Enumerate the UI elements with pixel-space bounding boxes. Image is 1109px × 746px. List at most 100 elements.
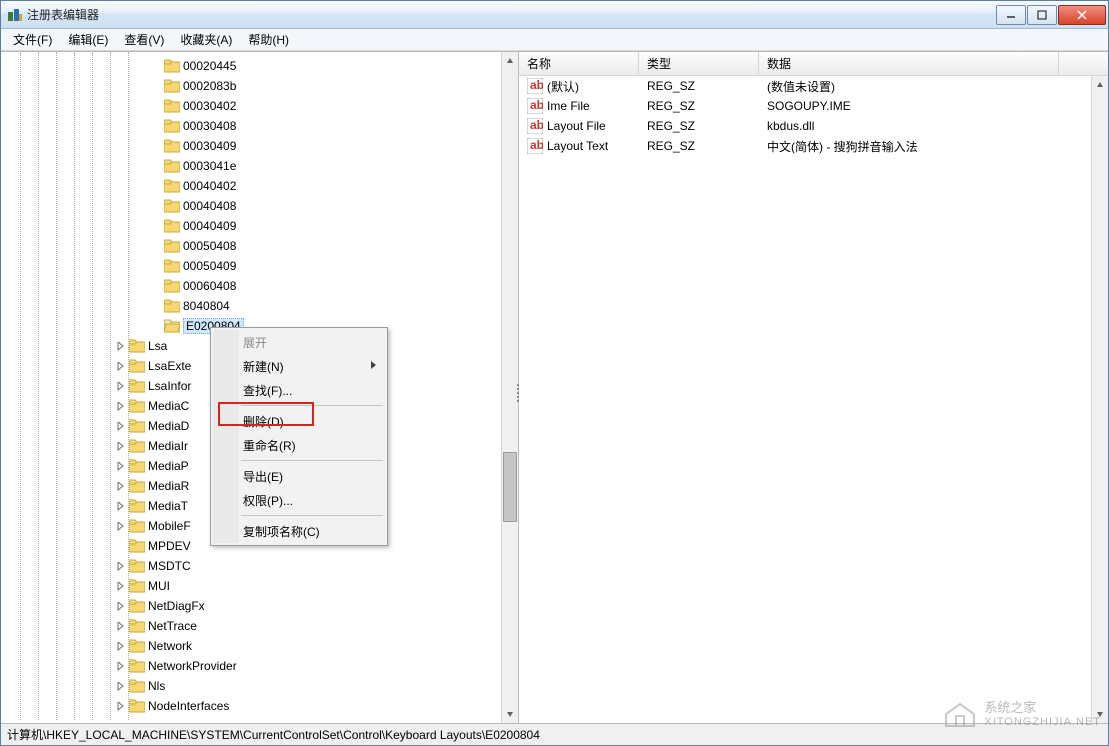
expand-icon[interactable]	[116, 441, 127, 452]
context-menu-item[interactable]: 查找(F)...	[213, 378, 385, 402]
folder-icon	[164, 59, 180, 73]
context-menu-item[interactable]: 复制项名称(C)	[213, 519, 385, 543]
splitter[interactable]	[515, 373, 520, 413]
expand-icon[interactable]	[116, 581, 127, 592]
folder-icon	[129, 679, 145, 693]
value-row[interactable]: (默认)REG_SZ(数值未设置)	[519, 76, 1108, 96]
tree-item[interactable]: 00030409	[1, 136, 501, 156]
tree-item[interactable]: NetDiagFx	[1, 596, 501, 616]
close-button[interactable]	[1058, 5, 1106, 25]
tree-item-label: MobileF	[148, 519, 191, 533]
expand-icon[interactable]	[116, 501, 127, 512]
tree-item[interactable]: 00050409	[1, 256, 501, 276]
tree-item-label: MPDEV	[148, 539, 191, 553]
titlebar[interactable]: 注册表编辑器	[1, 1, 1108, 29]
context-menu-item[interactable]: 删除(D)	[213, 409, 385, 433]
tree-item-label: 00030409	[183, 139, 236, 153]
values-header[interactable]: 名称类型数据	[519, 52, 1108, 76]
expand-icon[interactable]	[116, 641, 127, 652]
tree-item[interactable]: 00050408	[1, 236, 501, 256]
tree-item[interactable]: MUI	[1, 576, 501, 596]
tree-item[interactable]: 00040409	[1, 216, 501, 236]
minimize-button[interactable]	[996, 5, 1026, 25]
tree-item-label: MediaT	[148, 499, 188, 513]
tree-item[interactable]: 00060408	[1, 276, 501, 296]
tree-item[interactable]: 00030402	[1, 96, 501, 116]
tree-item[interactable]: NetworkProvider	[1, 656, 501, 676]
expander-spacer	[151, 141, 162, 152]
tree-item-label: 0003041e	[183, 159, 236, 173]
tree-scrollbar-thumb[interactable]	[503, 452, 517, 522]
column-header[interactable]: 数据	[759, 52, 1059, 75]
expand-icon[interactable]	[116, 481, 127, 492]
expand-icon[interactable]	[116, 681, 127, 692]
expand-icon[interactable]	[116, 621, 127, 632]
tree-item[interactable]: 0003041e	[1, 156, 501, 176]
column-header[interactable]: 名称	[519, 52, 639, 75]
expand-icon[interactable]	[116, 701, 127, 712]
expand-icon[interactable]	[116, 561, 127, 572]
value-row[interactable]: Layout FileREG_SZkbdus.dll	[519, 116, 1108, 136]
expander-spacer	[151, 301, 162, 312]
expand-icon[interactable]	[116, 521, 127, 532]
tree-item[interactable]: 00030408	[1, 116, 501, 136]
tree-item[interactable]: NetTrace	[1, 616, 501, 636]
menu-item[interactable]: 帮助(H)	[240, 29, 297, 50]
expand-icon[interactable]	[116, 421, 127, 432]
expand-icon[interactable]	[116, 341, 127, 352]
tree-item[interactable]: Nls	[1, 676, 501, 696]
app-icon	[7, 7, 23, 23]
folder-icon	[129, 419, 145, 433]
expand-icon[interactable]	[116, 601, 127, 612]
string-value-icon	[527, 118, 543, 134]
string-value-icon	[527, 98, 543, 114]
folder-icon	[164, 79, 180, 93]
tree-item[interactable]: NodeInterfaces	[1, 696, 501, 716]
tree-item[interactable]: 00040402	[1, 176, 501, 196]
menu-item[interactable]: 查看(V)	[116, 29, 172, 50]
expand-icon[interactable]	[116, 461, 127, 472]
tree-item[interactable]: 00020445	[1, 56, 501, 76]
menubar: 文件(F)编辑(E)查看(V)收藏夹(A)帮助(H)	[1, 29, 1108, 51]
expand-icon[interactable]	[116, 661, 127, 672]
tree-item-label: 00050408	[183, 239, 236, 253]
value-row[interactable]: Ime FileREG_SZSOGOUPY.IME	[519, 96, 1108, 116]
context-menu-item[interactable]: 新建(N)	[213, 354, 385, 378]
expand-icon[interactable]	[116, 361, 127, 372]
context-menu-item[interactable]: 重命名(R)	[213, 433, 385, 457]
folder-icon	[164, 199, 180, 213]
folder-icon	[129, 659, 145, 673]
tree-item[interactable]: 0002083b	[1, 76, 501, 96]
menu-item[interactable]: 编辑(E)	[60, 29, 116, 50]
tree-item[interactable]: 00040408	[1, 196, 501, 216]
tree-item[interactable]: Network	[1, 636, 501, 656]
tree-item-label: NetDiagFx	[148, 599, 205, 613]
context-menu[interactable]: 展开新建(N)查找(F)...删除(D)重命名(R)导出(E)权限(P)...复…	[210, 327, 388, 546]
maximize-button[interactable]	[1027, 5, 1057, 25]
folder-icon	[129, 639, 145, 653]
tree-item[interactable]: 8040804	[1, 296, 501, 316]
menu-item[interactable]: 收藏夹(A)	[172, 29, 240, 50]
tree-item-label: Lsa	[148, 339, 167, 353]
value-row[interactable]: Layout TextREG_SZ中文(简体) - 搜狗拼音输入法	[519, 136, 1108, 156]
context-menu-item[interactable]: 权限(P)...	[213, 488, 385, 512]
expand-icon[interactable]	[116, 401, 127, 412]
tree-item-label: 00060408	[183, 279, 236, 293]
value-type: REG_SZ	[639, 139, 759, 153]
tree-item[interactable]: MSDTC	[1, 556, 501, 576]
context-menu-item[interactable]: 导出(E)	[213, 464, 385, 488]
column-header[interactable]: 类型	[639, 52, 759, 75]
folder-icon	[164, 139, 180, 153]
tree-item-label: MediaD	[148, 419, 189, 433]
values-pane: 名称类型数据 (默认)REG_SZ(数值未设置)Ime FileREG_SZSO…	[519, 52, 1108, 723]
folder-icon	[164, 159, 180, 173]
values-scrollbar[interactable]	[1091, 76, 1108, 723]
folder-icon	[164, 279, 180, 293]
tree-item-label: MediaC	[148, 399, 189, 413]
value-name: Ime File	[547, 99, 590, 113]
menu-item[interactable]: 文件(F)	[5, 29, 60, 50]
tree-item-label: MediaP	[148, 459, 189, 473]
folder-icon	[129, 499, 145, 513]
expand-icon[interactable]	[116, 381, 127, 392]
values-list[interactable]: (默认)REG_SZ(数值未设置)Ime FileREG_SZSOGOUPY.I…	[519, 76, 1108, 723]
